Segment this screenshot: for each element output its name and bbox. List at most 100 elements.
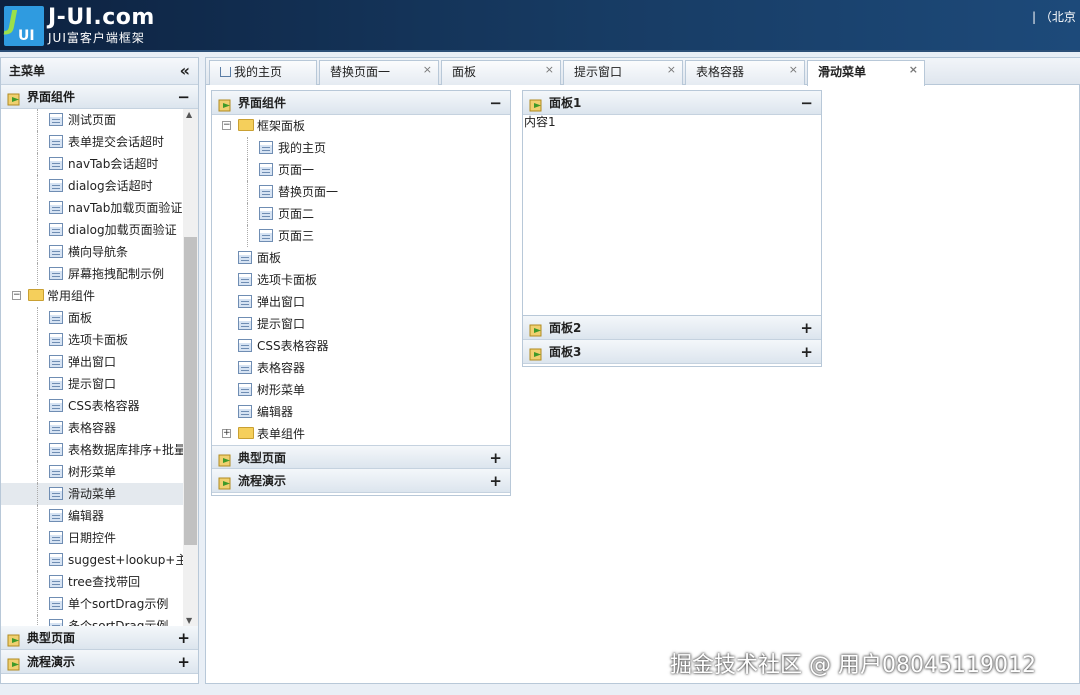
tree-item[interactable]: 弹出窗口 [212, 291, 510, 313]
tree-item[interactable]: 表格数据库排序+批量 [1, 439, 198, 461]
scrollbar-thumb[interactable] [184, 237, 197, 545]
close-tab-icon[interactable]: × [545, 58, 554, 81]
close-tab-icon[interactable]: × [909, 58, 918, 81]
section-expand-icon[interactable]: + [800, 340, 813, 364]
tree-item[interactable]: 表格容器 [212, 357, 510, 379]
close-tab-icon[interactable]: × [789, 58, 798, 81]
tab-6[interactable]: 滑动菜单 × [807, 60, 925, 86]
expand-icon[interactable]: + [222, 429, 231, 438]
section-collapse-icon[interactable]: − [177, 85, 190, 109]
tree-item[interactable]: navTab加载页面验证 [1, 197, 198, 219]
tab-3[interactable]: 面板 × [441, 60, 561, 85]
tree-folder[interactable]: + 表单组件 [212, 423, 510, 445]
tree-guide-line [37, 109, 38, 131]
sidebar-section-ui-components[interactable]: 界面组件 − [1, 85, 198, 109]
sidebar-section-flow-demo[interactable]: 流程演示 + [1, 650, 198, 674]
tree-item[interactable]: CSS表格容器 [1, 395, 198, 417]
tree-item[interactable]: 测试页面 [1, 109, 198, 131]
right-section-panel2[interactable]: 面板2 + [523, 316, 821, 340]
tree-item[interactable]: suggest+lookup+主 [1, 549, 198, 571]
left-section-flow-demo[interactable]: 流程演示 + [212, 469, 510, 493]
folder-icon [238, 119, 254, 131]
tab-2[interactable]: 替换页面一 × [319, 60, 439, 85]
page-icon [49, 509, 63, 522]
section-collapse-icon[interactable]: − [489, 91, 502, 115]
collapse-sidebar-icon[interactable]: « [180, 58, 190, 84]
tree-item[interactable]: dialog会话超时 [1, 175, 198, 197]
tree-item[interactable]: CSS表格容器 [212, 335, 510, 357]
left-section-typical-pages[interactable]: 典型页面 + [212, 445, 510, 469]
tree-item[interactable]: 树形菜单 [1, 461, 198, 483]
tree-folder[interactable]: − 框架面板 [212, 115, 510, 137]
page-icon [238, 251, 252, 264]
tab-5[interactable]: 表格容器 × [685, 60, 805, 85]
tree-guide-line [247, 225, 248, 247]
tree-item[interactable]: 弹出窗口 [1, 351, 198, 373]
page-icon [49, 355, 63, 368]
tree-item[interactable]: 日期控件 [1, 527, 198, 549]
tree-item[interactable]: 提示窗口 [212, 313, 510, 335]
tab-4[interactable]: 提示窗口 × [563, 60, 683, 85]
tree-item-label: 测试页面 [68, 113, 117, 127]
page-icon [238, 361, 252, 374]
tree-item[interactable]: 屏幕拖拽配制示例 [1, 263, 198, 285]
page-icon [49, 531, 63, 544]
header-right-text: | （北京 [1032, 10, 1076, 24]
tree-guide-line [37, 263, 38, 285]
collapse-icon[interactable]: − [12, 291, 21, 300]
tree-item[interactable]: 面板 [212, 247, 510, 269]
tree-item[interactable]: 提示窗口 [1, 373, 198, 395]
page-icon [49, 311, 63, 324]
close-tab-icon[interactable]: × [423, 58, 432, 81]
brand-title: J-UI.com [48, 5, 155, 30]
close-tab-icon[interactable]: × [667, 58, 676, 81]
section-expand-icon[interactable]: + [489, 469, 502, 493]
tree-item-label: 我的主页 [278, 141, 327, 155]
tree-item[interactable]: 我的主页 [212, 137, 510, 159]
collapse-icon[interactable]: − [222, 121, 231, 130]
page-icon [238, 273, 252, 286]
right-section-panel1[interactable]: 面板1 − [523, 91, 821, 115]
tree-item[interactable]: 单个sortDrag示例 [1, 593, 198, 615]
tree-item[interactable]: 面板 [1, 307, 198, 329]
section-expand-icon[interactable]: + [177, 650, 190, 674]
tree-item-label: CSS表格容器 [257, 339, 329, 353]
tree-item[interactable]: 多个sortDrag示例 [1, 615, 198, 626]
tree-item[interactable]: 横向导航条 [1, 241, 198, 263]
scroll-down-icon[interactable]: ▼ [186, 616, 192, 625]
tree-item[interactable]: 选项卡面板 [1, 329, 198, 351]
tree-item[interactable]: navTab会话超时 [1, 153, 198, 175]
tree-item[interactable]: 表单提交会话超时 [1, 131, 198, 153]
section-expand-icon[interactable]: + [489, 446, 502, 470]
tree-guide-line [37, 131, 38, 153]
tree-folder[interactable]: − 常用组件 [1, 285, 198, 307]
tree-item[interactable]: tree查找带回 [1, 571, 198, 593]
tree-item[interactable]: 表格容器 [1, 417, 198, 439]
tree-item[interactable]: 替换页面一 [212, 181, 510, 203]
scroll-up-icon[interactable]: ▲ [186, 110, 192, 119]
left-section-ui-components[interactable]: 界面组件 − [212, 91, 510, 115]
sidebar-title: 主菜单 « [1, 58, 198, 85]
tree-item[interactable]: dialog加载页面验证 [1, 219, 198, 241]
tree-item-label: 表单组件 [257, 427, 306, 441]
tree-item[interactable]: 页面三 [212, 225, 510, 247]
section-expand-icon[interactable]: + [177, 626, 190, 650]
tree-item[interactable]: 页面二 [212, 203, 510, 225]
tree-item[interactable]: 滑动菜单 [1, 483, 198, 505]
tree-guide-line [37, 241, 38, 263]
right-section-panel3[interactable]: 面板3 + [523, 340, 821, 364]
tree-item-label: 框架面板 [257, 119, 306, 133]
section-expand-icon[interactable]: + [800, 316, 813, 340]
tab-1[interactable]: 我的主页 [209, 60, 317, 85]
tree-item[interactable]: 编辑器 [212, 401, 510, 423]
tree-item[interactable]: 树形菜单 [212, 379, 510, 401]
tree-item[interactable]: 编辑器 [1, 505, 198, 527]
section-collapse-icon[interactable]: − [800, 91, 813, 115]
sidebar-section-typical-pages[interactable]: 典型页面 + [1, 626, 198, 650]
sidebar-scrollbar[interactable]: ▲ ▼ [183, 109, 198, 626]
tab-label: 提示窗口 [574, 65, 623, 79]
tree-item[interactable]: 选项卡面板 [212, 269, 510, 291]
home-icon [220, 67, 231, 77]
page-icon [259, 163, 273, 176]
tree-item[interactable]: 页面一 [212, 159, 510, 181]
